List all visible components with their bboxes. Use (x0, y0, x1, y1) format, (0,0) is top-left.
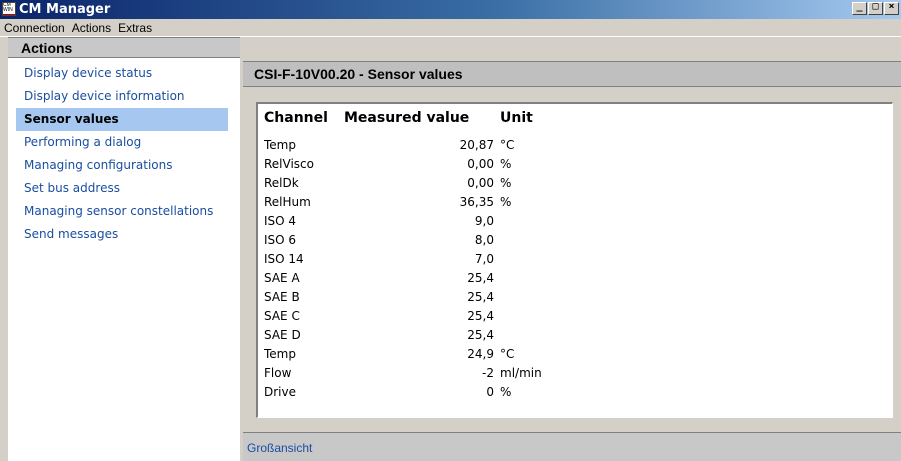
sensor-values-table: Channel Measured value Unit Temp 20,87 °C R… (256, 102, 893, 418)
menu-connection[interactable]: Connection (0, 19, 68, 35)
cell-channel: Drive (264, 385, 296, 399)
sidebar-item-managing-sensor-constellations[interactable]: Managing sensor constellations (8, 200, 240, 223)
window-title: CM Manager (19, 2, 111, 17)
cell-channel: RelHum (264, 195, 311, 209)
cell-unit: % (500, 157, 512, 171)
cell-measured-value: 0,00 (467, 176, 494, 190)
large-view-link[interactable]: Großansicht (247, 441, 312, 455)
cell-measured-value: 24,9 (467, 347, 494, 361)
maximize-icon: □ (872, 1, 879, 12)
cell-measured-value: 25,4 (467, 309, 494, 323)
cell-channel: RelVisco (264, 157, 314, 171)
cell-channel: Temp (264, 347, 296, 361)
cell-unit: °C (500, 347, 515, 361)
cell-channel: ISO 14 (264, 252, 304, 266)
content-title: CSI-F-10V00.20 - Sensor values (254, 66, 463, 82)
cell-unit: °C (500, 138, 515, 152)
cell-unit: % (500, 195, 512, 209)
sidebar-item-send-messages[interactable]: Send messages (8, 223, 240, 246)
cell-measured-value: 9,0 (474, 214, 494, 228)
cell-channel: SAE C (264, 309, 300, 323)
close-icon: × (888, 1, 895, 12)
sidebar-item-sensor-values[interactable]: Sensor values (16, 108, 228, 131)
footer-bar: Großansicht (243, 432, 901, 461)
title-bar[interactable]: CM WIN CM Manager _ □ × (0, 0, 901, 19)
sidebar-title: Actions (21, 40, 73, 56)
cell-channel: ISO 6 (264, 233, 297, 247)
cell-channel: SAE B (264, 290, 300, 304)
cell-measured-value: 8,0 (474, 233, 494, 247)
cell-channel: ISO 4 (264, 214, 297, 228)
cell-measured-value: 25,4 (467, 290, 494, 304)
maximize-button[interactable]: □ (868, 1, 883, 15)
cell-unit: ml/min (500, 366, 542, 380)
sidebar-item-display-device-information[interactable]: Display device information (8, 85, 240, 108)
minimize-icon: _ (856, 1, 863, 12)
cell-measured-value: -2 (482, 366, 494, 380)
cell-measured-value: 25,4 (467, 328, 494, 342)
cell-channel: SAE A (264, 271, 300, 285)
cell-measured-value: 0 (486, 385, 494, 399)
column-header-measured-value[interactable]: Measured value (344, 110, 469, 126)
cell-unit: % (500, 385, 512, 399)
cell-channel: Temp (264, 138, 296, 152)
menu-extras[interactable]: Extras (114, 19, 155, 35)
sidebar-item-set-bus-address[interactable]: Set bus address (8, 177, 240, 200)
cell-measured-value: 20,87 (459, 138, 494, 152)
sidebar-item-performing-a-dialog[interactable]: Performing a dialog (8, 131, 240, 154)
cell-channel: Flow (264, 366, 292, 380)
app-icon: CM WIN (2, 2, 16, 16)
cell-measured-value: 25,4 (467, 271, 494, 285)
sidebar-item-managing-configurations[interactable]: Managing configurations (8, 154, 240, 177)
cell-measured-value: 7,0 (474, 252, 494, 266)
column-header-channel[interactable]: Channel (264, 110, 328, 126)
cell-channel: RelDk (264, 176, 299, 190)
sidebar-header: Actions (8, 37, 240, 58)
cell-unit: % (500, 176, 512, 190)
sidebar-nav: Display device status Display device inf… (8, 62, 240, 246)
menu-actions[interactable]: Actions (68, 19, 114, 35)
cell-channel: SAE D (264, 328, 301, 342)
cell-measured-value: 36,35 (459, 195, 494, 209)
column-header-unit[interactable]: Unit (500, 110, 533, 126)
menu-bar: Connection Actions Extras (0, 19, 901, 37)
content-header: CSI-F-10V00.20 - Sensor values (243, 61, 901, 87)
minimize-button[interactable]: _ (852, 1, 867, 15)
close-button[interactable]: × (884, 1, 899, 15)
sidebar-item-display-device-status[interactable]: Display device status (8, 62, 240, 85)
cell-measured-value: 0,00 (467, 157, 494, 171)
